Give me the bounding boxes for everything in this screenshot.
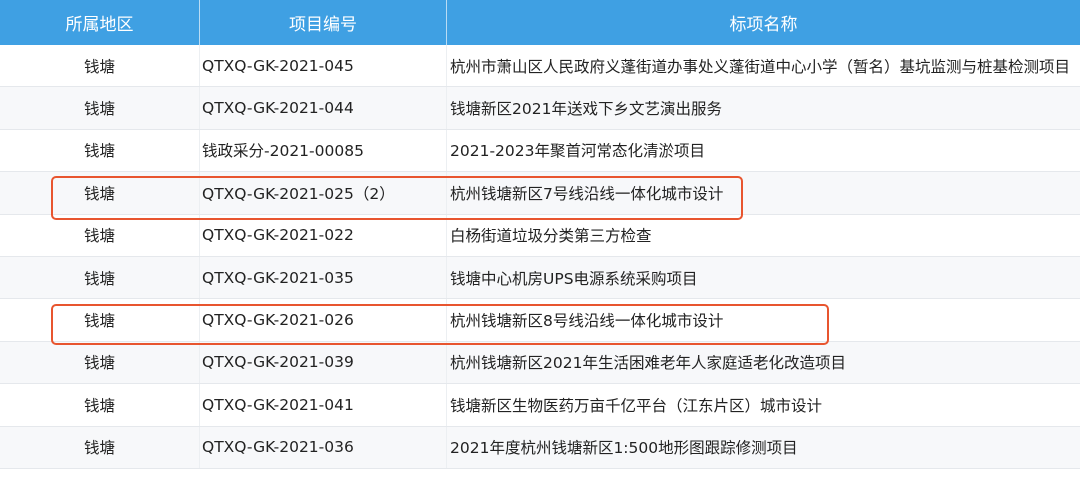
cell-region: 钱塘 bbox=[0, 129, 200, 172]
table-header: 所属地区 项目编号 标项名称 bbox=[0, 0, 1080, 45]
lot-name-link[interactable]: 钱塘新区生物医药万亩千亿平台（江东片区）城市设计 bbox=[450, 394, 822, 416]
cell-region: 钱塘 bbox=[0, 384, 200, 426]
cell-project-code: QTXQ-GK-2021-025（2） bbox=[200, 172, 447, 214]
cell-lot-name[interactable]: 白杨街道垃圾分类第三方检查 bbox=[447, 215, 1080, 256]
cell-lot-name[interactable]: 杭州钱塘新区8号线沿线一体化城市设计 bbox=[447, 299, 1080, 340]
cell-lot-name[interactable]: 钱塘中心机房UPS电源系统采购项目 bbox=[447, 257, 1080, 298]
table-row[interactable]: 钱塘 QTXQ-GK-2021-045 杭州市萧山区人民政府义蓬街道办事处义蓬街… bbox=[0, 45, 1080, 88]
cell-region: 钱塘 bbox=[0, 214, 200, 256]
lot-name-link[interactable]: 杭州钱塘新区8号线沿线一体化城市设计 bbox=[450, 309, 723, 331]
project-code-text: QTXQ-GK-2021-044 bbox=[202, 99, 354, 118]
table-row[interactable]: 钱塘 QTXQ-GK-2021-036 2021年度杭州钱塘新区1:500地形图… bbox=[0, 426, 1080, 469]
cell-region: 钱塘 bbox=[0, 45, 200, 87]
header-region[interactable]: 所属地区 bbox=[0, 0, 200, 45]
cell-lot-name[interactable]: 杭州钱塘新区7号线沿线一体化城市设计 bbox=[447, 172, 1080, 213]
cell-region: 钱塘 bbox=[0, 426, 200, 468]
header-lot-name[interactable]: 标项名称 bbox=[447, 0, 1080, 45]
lot-name-link[interactable]: 2021-2023年聚首河常态化清淤项目 bbox=[450, 139, 705, 161]
cell-project-code: QTXQ-GK-2021-022 bbox=[200, 214, 447, 256]
lot-name-link[interactable]: 钱塘新区2021年送戏下乡文艺演出服务 bbox=[450, 97, 722, 119]
lot-name-link[interactable]: 白杨街道垃圾分类第三方检查 bbox=[450, 224, 652, 246]
table-row[interactable]: 钱塘 QTXQ-GK-2021-025（2） 杭州钱塘新区7号线沿线一体化城市设… bbox=[0, 172, 1080, 215]
cell-region: 钱塘 bbox=[0, 299, 200, 341]
lot-name-link[interactable]: 杭州钱塘新区2021年生活困难老年人家庭适老化改造项目 bbox=[450, 351, 846, 373]
lot-name-link[interactable]: 钱塘中心机房UPS电源系统采购项目 bbox=[450, 267, 698, 289]
project-code-text: 钱政采分-2021-00085 bbox=[202, 142, 364, 161]
header-project-code[interactable]: 项目编号 bbox=[200, 0, 447, 45]
cell-project-code: QTXQ-GK-2021-041 bbox=[200, 384, 447, 426]
table-row[interactable]: 钱塘 QTXQ-GK-2021-044 钱塘新区2021年送戏下乡文艺演出服务 bbox=[0, 87, 1080, 130]
cell-region: 钱塘 bbox=[0, 341, 200, 384]
cell-project-code: 钱政采分-2021-00085 bbox=[200, 129, 447, 172]
cell-lot-name[interactable]: 杭州钱塘新区2021年生活困难老年人家庭适老化改造项目 bbox=[447, 342, 1080, 383]
table-row[interactable]: 钱塘 QTXQ-GK-2021-041 钱塘新区生物医药万亩千亿平台（江东片区）… bbox=[0, 384, 1080, 427]
project-code-text: QTXQ-GK-2021-025（2） bbox=[202, 184, 395, 203]
project-code-text: QTXQ-GK-2021-036 bbox=[202, 438, 354, 457]
project-code-text: QTXQ-GK-2021-035 bbox=[202, 268, 354, 287]
table-row[interactable]: 钱塘 钱政采分-2021-00085 2021-2023年聚首河常态化清淤项目 bbox=[0, 129, 1080, 173]
table-row[interactable]: 钱塘 QTXQ-GK-2021-026 杭州钱塘新区8号线沿线一体化城市设计 bbox=[0, 299, 1080, 342]
cell-project-code: QTXQ-GK-2021-026 bbox=[200, 299, 447, 341]
cell-project-code: QTXQ-GK-2021-039 bbox=[200, 341, 447, 384]
project-code-text: QTXQ-GK-2021-026 bbox=[202, 311, 354, 330]
project-code-text: QTXQ-GK-2021-039 bbox=[202, 353, 354, 372]
cell-lot-name[interactable]: 杭州市萧山区人民政府义蓬街道办事处义蓬街道中心小学（暂名）基坑监测与桩基检测项目 bbox=[447, 45, 1080, 86]
cell-region: 钱塘 bbox=[0, 172, 200, 214]
lot-name-link[interactable]: 2021年度杭州钱塘新区1:500地形图跟踪修测项目 bbox=[450, 436, 798, 458]
cell-lot-name[interactable]: 钱塘新区2021年送戏下乡文艺演出服务 bbox=[447, 87, 1080, 128]
cell-project-code: QTXQ-GK-2021-044 bbox=[200, 87, 447, 129]
bid-list-table: 所属地区 项目编号 标项名称 钱塘 QTXQ-GK-2021-045 杭州市萧山… bbox=[0, 0, 1080, 477]
lot-name-link[interactable]: 杭州市萧山区人民政府义蓬街道办事处义蓬街道中心小学（暂名）基坑监测与桩基检测项目 bbox=[450, 55, 1070, 77]
cell-project-code: QTXQ-GK-2021-045 bbox=[200, 45, 447, 87]
cell-project-code: QTXQ-GK-2021-036 bbox=[200, 426, 447, 468]
table-row[interactable]: 钱塘 QTXQ-GK-2021-022 白杨街道垃圾分类第三方检查 bbox=[0, 214, 1080, 257]
table-row[interactable]: 钱塘 QTXQ-GK-2021-035 钱塘中心机房UPS电源系统采购项目 bbox=[0, 256, 1080, 300]
cell-project-code: QTXQ-GK-2021-035 bbox=[200, 256, 447, 299]
table-row[interactable]: 钱塘 QTXQ-GK-2021-039 杭州钱塘新区2021年生活困难老年人家庭… bbox=[0, 341, 1080, 385]
cell-lot-name[interactable]: 钱塘新区生物医药万亩千亿平台（江东片区）城市设计 bbox=[447, 384, 1080, 425]
project-code-text: QTXQ-GK-2021-041 bbox=[202, 395, 354, 414]
project-code-text: QTXQ-GK-2021-022 bbox=[202, 226, 354, 245]
cell-region: 钱塘 bbox=[0, 87, 200, 129]
cell-region: 钱塘 bbox=[0, 256, 200, 299]
cell-lot-name[interactable]: 2021-2023年聚首河常态化清淤项目 bbox=[447, 130, 1080, 171]
cell-lot-name[interactable]: 2021年度杭州钱塘新区1:500地形图跟踪修测项目 bbox=[447, 427, 1080, 468]
lot-name-link[interactable]: 杭州钱塘新区7号线沿线一体化城市设计 bbox=[450, 182, 723, 204]
project-code-text: QTXQ-GK-2021-045 bbox=[202, 56, 354, 75]
table-body: 钱塘 QTXQ-GK-2021-045 杭州市萧山区人民政府义蓬街道办事处义蓬街… bbox=[0, 45, 1080, 469]
